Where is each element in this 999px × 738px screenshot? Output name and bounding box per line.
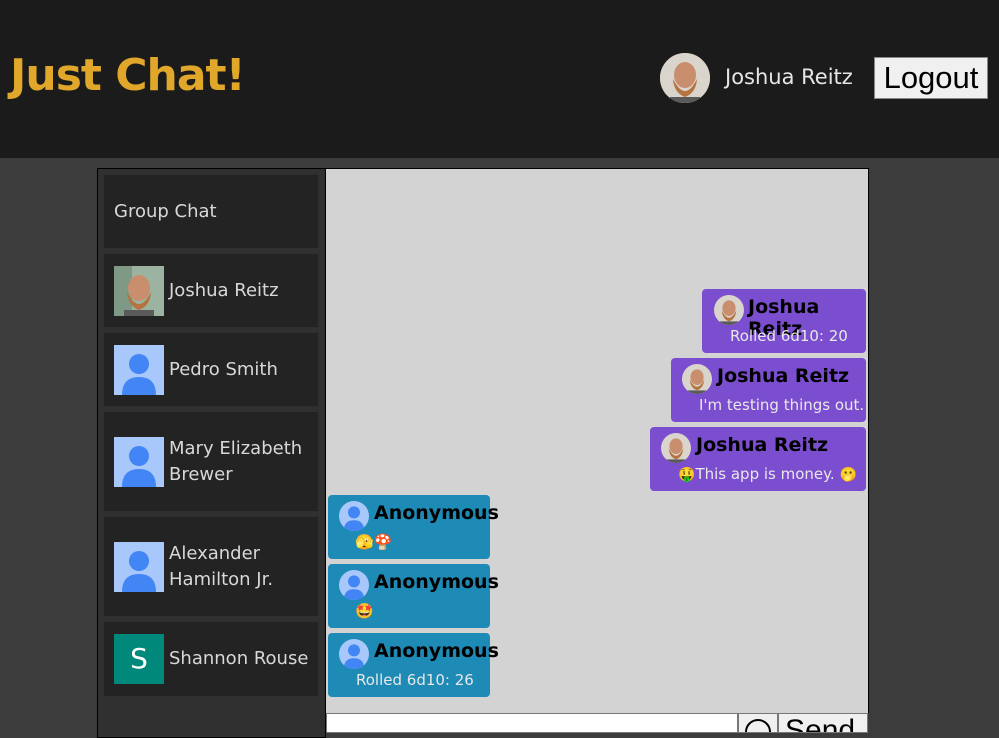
message-bubble: Joshua Reitz 🤑This app is money. 🫢 [650, 427, 866, 491]
room-pedro-smith[interactable]: Pedro Smith [103, 332, 319, 407]
emoji-picker-button[interactable] [738, 713, 778, 733]
message-bubble: Anonymous 🤩 [328, 564, 499, 628]
room-mary-elizabeth-brewer[interactable]: Mary Elizabeth Brewer [103, 411, 319, 512]
avatar [682, 364, 712, 394]
message-author: Anonymous [374, 502, 499, 524]
message-text: Rolled 6d10: 26 [356, 671, 474, 689]
default-person-icon [339, 501, 369, 531]
message-emojis: 🫣🍄 [355, 533, 393, 551]
hand-over-mouth-emoji: 🫢 [839, 467, 857, 483]
user-avatar [660, 53, 710, 103]
room-shannon-rouse[interactable]: S Shannon Rouse [103, 621, 319, 697]
smiley-icon [745, 719, 771, 732]
avatar [661, 433, 691, 463]
message-body: This app is money. [695, 465, 835, 483]
message-input[interactable] [326, 713, 738, 733]
default-person-icon [114, 344, 164, 395]
app-header: Just Chat! Joshua Reitz Logout [0, 0, 999, 158]
message-bubble: Anonymous 🫣🍄 [328, 495, 499, 559]
message-bubble: Anonymous Rolled 6d10: 26 [328, 633, 499, 697]
message-author: Joshua Reitz [696, 434, 829, 456]
avatar [714, 295, 744, 325]
current-user-name: Joshua Reitz [725, 65, 853, 89]
room-label: Joshua Reitz [169, 279, 279, 301]
room-label: Mary Elizabeth Brewer [169, 437, 303, 485]
message-bubble: Joshua Reitz I'm testing things out. [671, 358, 866, 422]
message-text: Rolled 6d10: 20 [730, 327, 848, 345]
message-author: Anonymous [374, 571, 499, 593]
room-group-chat[interactable]: Group Chat [103, 174, 319, 249]
room-label: Shannon Rouse [169, 648, 309, 669]
logout-button[interactable]: Logout [874, 57, 988, 99]
default-person-icon [339, 570, 369, 600]
money-face-emoji: 🤑 [678, 467, 696, 483]
room-joshua-reitz[interactable]: Joshua Reitz [103, 253, 319, 328]
message-author: Anonymous [374, 640, 499, 662]
room-alexander-hamilton-jr[interactable]: Alexander Hamilton Jr. [103, 516, 319, 617]
room-label: Alexander Hamilton Jr. [169, 542, 274, 590]
message-bubble: Joshua Reitz Rolled 6d10: 20 [702, 289, 866, 353]
room-label: Pedro Smith [169, 358, 278, 380]
send-button[interactable]: Send [778, 713, 868, 733]
message-text: 🤑This app is money. 🫢 [678, 465, 857, 483]
message-emojis: 🤩 [355, 602, 374, 620]
chat-area: Joshua Reitz Rolled 6d10: 20 Joshua Reit… [326, 168, 869, 713]
default-person-icon [114, 541, 164, 592]
default-person-icon [339, 639, 369, 669]
room-label: Group Chat [114, 200, 217, 222]
letter-avatar: S [114, 634, 164, 684]
avatar [114, 265, 164, 316]
app-title: Just Chat! [10, 50, 246, 101]
message-author: Joshua Reitz [717, 365, 850, 387]
message-text: I'm testing things out. [699, 396, 865, 414]
conversation-sidebar: Group Chat Joshua Reitz Pedro Smith Mary… [97, 168, 326, 738]
message-composer: Send [326, 713, 869, 733]
default-person-icon [114, 436, 164, 487]
avatar-letter: S [130, 642, 148, 675]
